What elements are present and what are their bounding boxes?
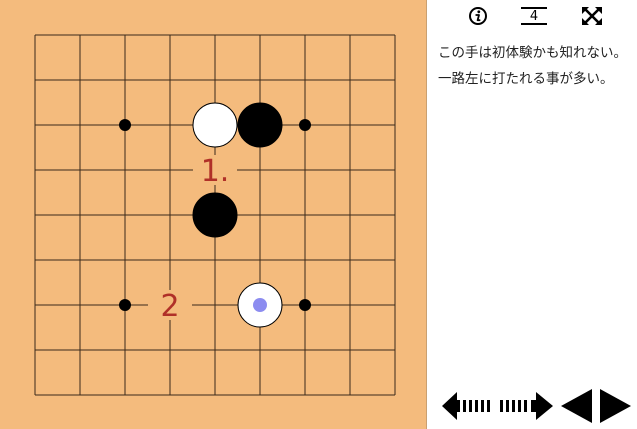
white-stone[interactable] (192, 102, 238, 148)
move-number: 4 (529, 8, 539, 24)
move-comment: この手は初体験かも知れない。一路左に打たれる事が多い。 (438, 45, 627, 87)
counter-bottom-bar (521, 23, 547, 25)
counter-top-bar (521, 7, 547, 9)
go-board[interactable]: 1. 2 (0, 0, 427, 429)
navigation-controls (442, 388, 632, 424)
fast-forward-arrow-icon[interactable] (498, 388, 554, 424)
black-stone[interactable] (237, 102, 283, 148)
star-point (119, 299, 131, 311)
current-move-marker (253, 298, 267, 312)
star-point (299, 119, 311, 131)
board-canvas[interactable]: 1.2 (0, 0, 427, 429)
star-point (299, 299, 311, 311)
info-icon (469, 7, 487, 25)
triangle-right-icon[interactable] (598, 388, 632, 424)
fast-backward-arrow-icon[interactable] (442, 388, 496, 424)
triangle-left-icon[interactable] (560, 388, 594, 424)
side-panel: 4 この手は初体験かも知れない。一路左に打たれる事が多い。 (428, 0, 637, 429)
info-button[interactable] (466, 4, 490, 28)
move-counter[interactable]: 4 (518, 4, 550, 28)
move-marker-label: 1. (201, 154, 230, 189)
star-point (119, 119, 131, 131)
fullscreen-icon (582, 7, 602, 25)
move-marker-label: 2 (160, 289, 179, 324)
fullscreen-button[interactable] (580, 4, 604, 28)
black-stone[interactable] (192, 192, 238, 238)
